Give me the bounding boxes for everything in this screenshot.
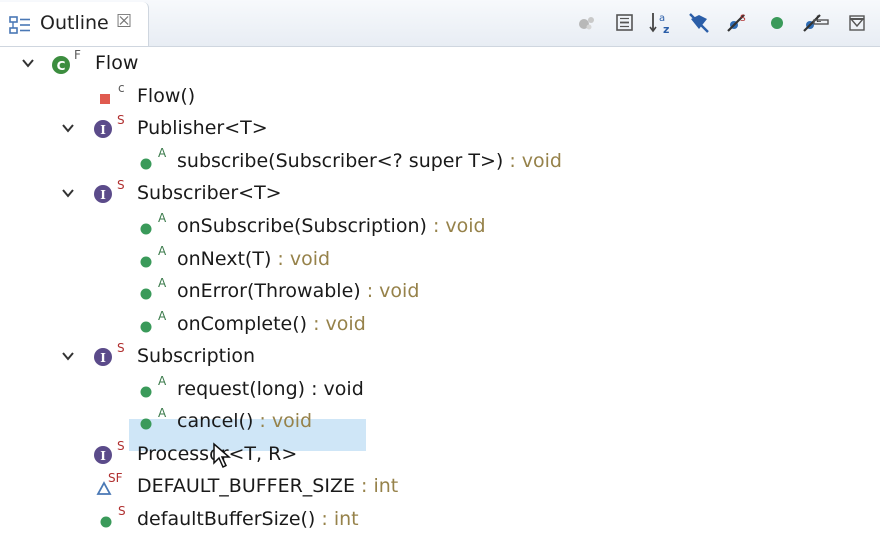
tab-label: Outline bbox=[40, 12, 109, 34]
modifier-badge: A bbox=[158, 374, 167, 388]
modifier-badge: S bbox=[117, 113, 125, 127]
tree-item-label: onSubscribe(Subscription) : void bbox=[177, 215, 486, 237]
hide-non-public-icon[interactable] bbox=[574, 8, 600, 38]
hide-non-public-members-icon[interactable] bbox=[764, 8, 790, 38]
view-titlebar: Outline ☒ az S L bbox=[0, 0, 880, 47]
modifier-badge: A bbox=[158, 146, 167, 160]
hide-fields-icon[interactable] bbox=[686, 8, 712, 38]
public-method-icon bbox=[140, 321, 152, 333]
modifier-badge: A bbox=[158, 309, 167, 323]
svg-text:C: C bbox=[57, 59, 66, 73]
tree-item-subscriber[interactable]: I S Subscriber<T> bbox=[0, 177, 880, 209]
public-method-icon bbox=[140, 256, 152, 268]
return-type: : void bbox=[503, 150, 562, 172]
tree-item-label: request(long) : void bbox=[177, 378, 364, 400]
return-type: : void bbox=[305, 378, 364, 400]
svg-text:I: I bbox=[100, 188, 106, 202]
return-type: : void bbox=[360, 280, 420, 302]
tree-item-label: onError(Throwable) : void bbox=[177, 280, 420, 302]
tree-item-static-method[interactable]: S defaultBufferSize() : int bbox=[0, 503, 880, 535]
mouse-cursor-icon bbox=[213, 442, 232, 469]
tree-item-label: subscribe(Subscriber<? super T>) : void bbox=[177, 150, 562, 172]
modifier-badge: S bbox=[117, 439, 125, 453]
tree-item-label: Flow bbox=[95, 52, 139, 74]
tab-close-icon[interactable]: ☒ bbox=[116, 11, 132, 32]
svg-text:I: I bbox=[100, 123, 106, 137]
tree-item-label: Flow() bbox=[137, 85, 196, 107]
tree-item-label: cancel() : void bbox=[177, 410, 313, 432]
sort-alphabetically-icon[interactable]: az bbox=[648, 8, 674, 38]
chevron-down-icon[interactable] bbox=[60, 120, 76, 136]
collapse-all-icon[interactable] bbox=[612, 8, 638, 38]
chevron-down-icon[interactable] bbox=[60, 185, 76, 201]
modifier-badge: SF bbox=[108, 471, 123, 485]
maximize-icon[interactable] bbox=[844, 8, 870, 38]
public-method-icon bbox=[100, 516, 112, 528]
tree-item-field[interactable]: SF DEFAULT_BUFFER_SIZE : int bbox=[0, 470, 880, 502]
tree-item-method[interactable]: A subscribe(Subscriber<? super T>) : voi… bbox=[0, 145, 880, 177]
interface-icon: I bbox=[94, 185, 112, 203]
outline-tree: C F Flow c Flow() I S Publisher<T> A sub… bbox=[0, 46, 880, 545]
public-method-icon bbox=[140, 158, 152, 170]
tree-item-constructor[interactable]: c Flow() bbox=[0, 80, 880, 112]
tree-item-processor[interactable]: I S Processor<T, R> bbox=[0, 438, 880, 470]
tree-item-flow[interactable]: C F Flow bbox=[0, 47, 880, 79]
public-method-icon bbox=[140, 223, 152, 235]
svg-text:I: I bbox=[100, 351, 106, 365]
tree-item-subscription[interactable]: I S Subscription bbox=[0, 340, 880, 372]
tree-item-label: DEFAULT_BUFFER_SIZE : int bbox=[137, 475, 399, 497]
interface-icon: I bbox=[94, 120, 112, 138]
modifier-badge: S bbox=[117, 178, 125, 192]
tree-item-label: defaultBufferSize() : int bbox=[137, 508, 359, 530]
outline-view-icon bbox=[9, 16, 30, 34]
public-method-icon bbox=[140, 418, 152, 430]
modifier-badge: S bbox=[118, 504, 126, 518]
svg-text:I: I bbox=[100, 449, 106, 463]
hide-static-icon[interactable]: S bbox=[724, 8, 750, 38]
svg-text:S: S bbox=[740, 14, 746, 24]
tree-item-method[interactable]: A onComplete() : void bbox=[0, 308, 880, 340]
modifier-badge: A bbox=[158, 276, 167, 290]
return-type: : int bbox=[315, 508, 359, 530]
return-type: : void bbox=[271, 248, 331, 270]
chevron-down-icon[interactable] bbox=[20, 55, 36, 71]
return-type: : void bbox=[253, 410, 313, 432]
public-method-icon bbox=[140, 288, 152, 300]
modifier-badge: A bbox=[158, 406, 167, 420]
tree-item-method[interactable]: A onError(Throwable) : void bbox=[0, 275, 880, 307]
return-type: : void bbox=[307, 313, 366, 335]
tree-item-method[interactable]: A onSubscribe(Subscription) : void bbox=[0, 210, 880, 242]
modifier-badge: A bbox=[158, 211, 167, 225]
interface-icon: I bbox=[94, 348, 112, 366]
tree-item-publisher[interactable]: I S Publisher<T> bbox=[0, 112, 880, 144]
chevron-down-icon[interactable] bbox=[60, 348, 76, 364]
tree-item-label: onNext(T) : void bbox=[177, 248, 331, 270]
modifier-badge: c bbox=[118, 81, 125, 95]
modifier-badge: S bbox=[117, 341, 125, 355]
tree-item-label: Publisher<T> bbox=[137, 117, 268, 139]
return-type: : int bbox=[355, 475, 399, 497]
svg-text:z: z bbox=[663, 23, 669, 36]
minimize-icon[interactable] bbox=[808, 8, 834, 38]
tree-item-label: Subscription bbox=[137, 345, 256, 367]
tree-item-method[interactable]: A cancel() : void bbox=[0, 405, 880, 437]
modifier-badge: A bbox=[158, 244, 167, 258]
class-icon: C bbox=[52, 56, 70, 74]
public-method-icon bbox=[140, 386, 152, 398]
modifier-badge: F bbox=[74, 48, 81, 62]
tree-item-method-selected[interactable]: A request(long) : void bbox=[0, 373, 880, 405]
return-type: : void bbox=[426, 215, 486, 237]
tree-item-method[interactable]: A onNext(T) : void bbox=[0, 243, 880, 275]
tree-item-label: onComplete() : void bbox=[177, 313, 366, 335]
